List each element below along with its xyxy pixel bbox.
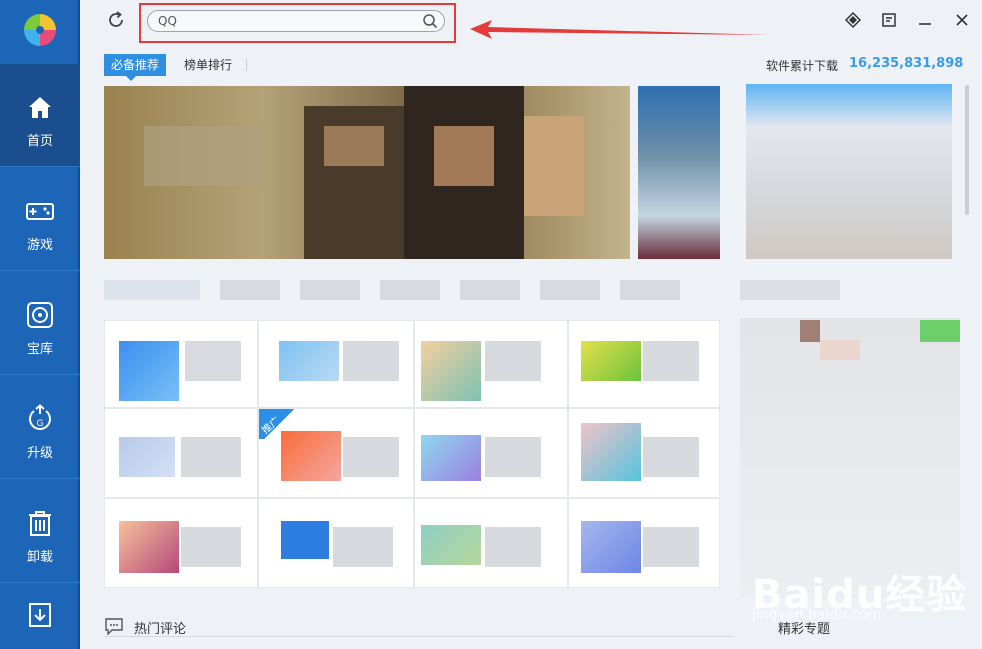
app-card[interactable]	[258, 320, 414, 408]
minimize-icon[interactable]	[915, 10, 935, 30]
mini-mode-icon[interactable]	[879, 10, 899, 30]
sidebar: 首页 游戏 宝库 G 升级 卸载	[0, 0, 80, 649]
trash-icon	[29, 511, 51, 536]
scrollbar[interactable]	[965, 85, 969, 215]
gamepad-icon	[26, 203, 54, 220]
sidebar-item-games[interactable]: 游戏	[0, 168, 80, 271]
sidebar-item-home[interactable]: 首页	[0, 64, 80, 167]
disc-icon	[27, 302, 53, 328]
app-card[interactable]	[104, 498, 258, 588]
watermark-url: jingyan.baidu.com	[752, 607, 882, 623]
tab-recommended[interactable]: 必备推荐	[104, 54, 167, 81]
app-card[interactable]	[414, 408, 568, 498]
app-card[interactable]	[414, 498, 568, 588]
app-card[interactable]: 推广	[258, 408, 414, 498]
sidebar-item-label: 首页	[26, 134, 53, 149]
app-card[interactable]	[414, 320, 568, 408]
comment-icon	[105, 618, 123, 635]
sidebar-item-label: 宝库	[26, 342, 53, 357]
app-card[interactable]	[104, 408, 258, 498]
sidebar-item-label: 游戏	[26, 238, 53, 253]
banner-side-thumb[interactable]	[638, 86, 720, 259]
annotation-highlight-box	[139, 3, 456, 43]
app-card[interactable]	[258, 498, 414, 588]
hot-comments-label[interactable]: 热门评论	[134, 618, 186, 637]
app-logo-icon[interactable]	[22, 12, 58, 48]
sidebar-item-label: 升级	[26, 446, 53, 461]
upgrade-icon: G	[29, 404, 51, 430]
skin-icon[interactable]	[843, 10, 863, 30]
right-panel-list[interactable]	[740, 318, 960, 598]
sidebar-download-manager[interactable]	[0, 584, 80, 649]
svg-text:G: G	[37, 419, 44, 429]
right-panel-top[interactable]	[746, 84, 952, 259]
sidebar-item-treasury[interactable]: 宝库	[0, 272, 80, 375]
app-card[interactable]	[568, 320, 720, 408]
tab-rankings[interactable]: 榜单排行	[184, 54, 232, 76]
annotation-arrow-icon	[470, 20, 770, 39]
sidebar-item-upgrade[interactable]: G 升级	[0, 376, 80, 479]
app-card[interactable]	[568, 498, 720, 588]
promo-banner[interactable]	[104, 86, 630, 259]
download-icon	[29, 603, 51, 627]
close-icon[interactable]	[952, 10, 972, 30]
refresh-icon[interactable]	[106, 10, 126, 30]
sidebar-item-uninstall[interactable]: 卸载	[0, 480, 80, 583]
app-card[interactable]	[104, 320, 258, 408]
app-card[interactable]	[568, 408, 720, 498]
download-count-label: 软件累计下载	[766, 59, 839, 73]
sidebar-item-label: 卸载	[26, 550, 53, 565]
home-icon	[29, 97, 51, 118]
download-count-value: 16,235,831,898	[849, 56, 964, 71]
